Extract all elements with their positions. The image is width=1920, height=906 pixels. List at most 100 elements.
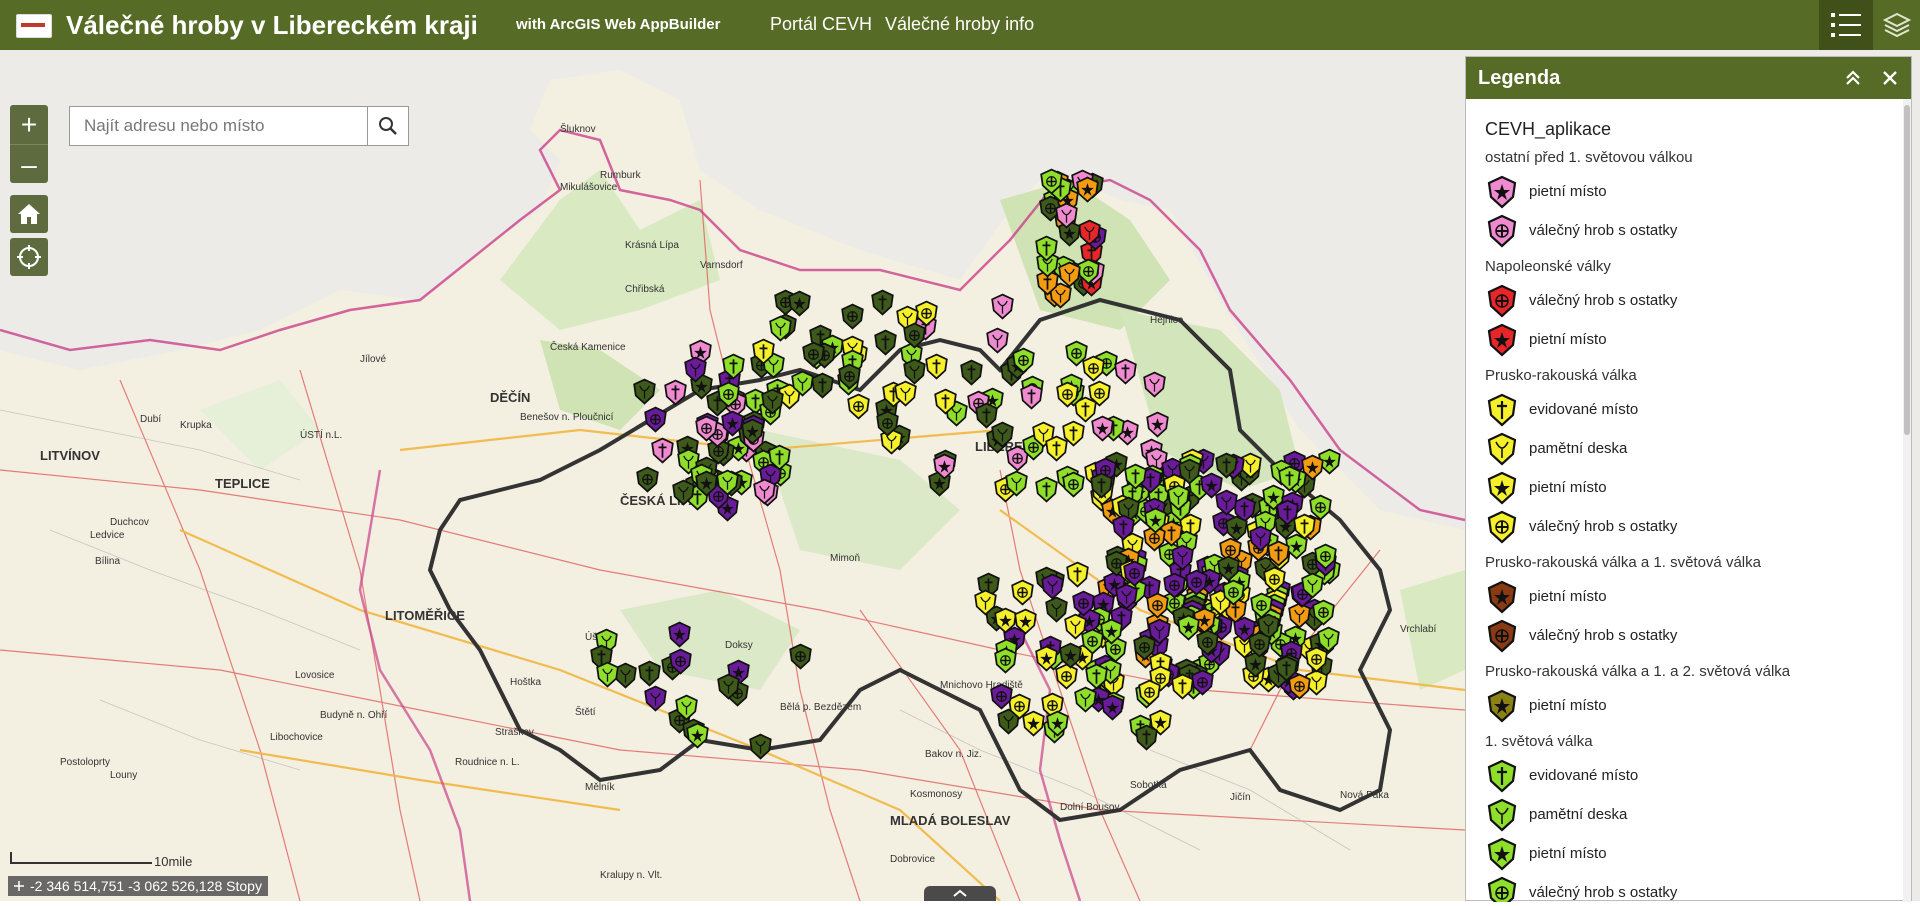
grave-marker[interactable]	[901, 322, 928, 354]
grave-marker[interactable]	[1039, 573, 1066, 605]
grave-marker[interactable]	[1274, 499, 1301, 531]
grave-marker[interactable]	[1246, 631, 1273, 663]
legend-collapse-button[interactable]	[1842, 67, 1864, 89]
grave-marker[interactable]	[972, 589, 999, 621]
grave-marker[interactable]	[1144, 411, 1171, 443]
grave-marker[interactable]	[759, 388, 786, 420]
grave-marker[interactable]	[1273, 655, 1300, 687]
grave-marker[interactable]	[1265, 540, 1292, 572]
legend-close-button[interactable]	[1879, 67, 1901, 89]
grave-marker[interactable]	[1136, 679, 1163, 711]
grave-marker[interactable]	[992, 647, 1019, 679]
legend-scrollbar[interactable]	[1903, 99, 1911, 902]
grave-marker[interactable]	[1054, 381, 1081, 413]
link-portal-cevh[interactable]: Portál CEVH	[770, 14, 872, 35]
grave-marker[interactable]	[715, 381, 742, 413]
grave-marker[interactable]	[958, 359, 985, 391]
grave-marker[interactable]	[1043, 435, 1070, 467]
grave-marker[interactable]	[1010, 347, 1037, 379]
grave-marker[interactable]	[845, 393, 872, 425]
grave-marker[interactable]	[1060, 471, 1087, 503]
grave-marker[interactable]	[631, 378, 658, 410]
grave-marker[interactable]	[932, 388, 959, 420]
grave-marker[interactable]	[1213, 452, 1240, 484]
legend-toggle-button[interactable]	[1819, 0, 1873, 50]
search-button[interactable]	[367, 107, 408, 145]
grave-marker[interactable]	[1112, 358, 1139, 390]
grave-marker[interactable]	[1299, 454, 1326, 486]
grave-marker[interactable]	[1307, 494, 1334, 526]
grave-marker[interactable]	[1064, 561, 1091, 593]
grave-marker[interactable]	[642, 406, 669, 438]
grave-marker[interactable]	[892, 380, 919, 412]
attribute-table-handle[interactable]	[924, 886, 996, 901]
grave-marker[interactable]	[1142, 507, 1169, 539]
grave-marker[interactable]	[836, 363, 863, 395]
home-button[interactable]	[10, 195, 48, 233]
grave-marker[interactable]	[1299, 572, 1326, 604]
grave-marker[interactable]	[649, 437, 676, 469]
grave-marker[interactable]	[931, 453, 958, 485]
place-label: Nová Paka	[1340, 790, 1389, 801]
grave-marker[interactable]	[800, 341, 827, 373]
grave-marker[interactable]	[1223, 515, 1250, 547]
grave-marker[interactable]	[1012, 608, 1039, 640]
grave-marker[interactable]	[1161, 572, 1188, 604]
grave-marker[interactable]	[1018, 383, 1045, 415]
grave-marker[interactable]	[1176, 458, 1203, 490]
grave-marker[interactable]	[682, 356, 709, 388]
grave-marker[interactable]	[1056, 261, 1083, 293]
grave-marker[interactable]	[767, 315, 794, 347]
grave-marker[interactable]	[988, 683, 1015, 715]
grave-marker[interactable]	[1089, 415, 1116, 447]
grave-marker[interactable]	[1086, 380, 1113, 412]
grave-marker[interactable]	[1146, 618, 1173, 650]
grave-marker[interactable]	[1122, 463, 1149, 495]
grave-marker[interactable]	[1072, 686, 1099, 718]
grave-marker[interactable]	[1312, 543, 1339, 575]
grave-marker[interactable]	[1133, 724, 1160, 756]
grave-marker[interactable]	[869, 289, 896, 321]
grave-marker[interactable]	[667, 648, 694, 680]
grave-marker[interactable]	[1003, 470, 1030, 502]
grave-marker[interactable]	[720, 353, 747, 385]
legend-scrollbar-thumb[interactable]	[1904, 105, 1910, 435]
grave-marker[interactable]	[973, 402, 1000, 434]
grave-marker[interactable]	[715, 673, 742, 705]
link-valecne-hroby-info[interactable]: Válečné hroby info	[885, 14, 1034, 35]
grave-marker[interactable]	[634, 466, 661, 498]
grave-marker[interactable]	[989, 293, 1016, 325]
grave-marker[interactable]	[1088, 472, 1115, 504]
grave-marker[interactable]	[1038, 168, 1065, 200]
grave-marker[interactable]	[1315, 626, 1342, 658]
grave-marker[interactable]	[1110, 514, 1137, 546]
grave-marker[interactable]	[1121, 560, 1148, 592]
grave-marker[interactable]	[642, 685, 669, 717]
locate-button[interactable]	[10, 238, 48, 276]
grave-marker[interactable]	[693, 415, 720, 447]
grave-marker[interactable]	[747, 733, 774, 765]
layers-button[interactable]	[1870, 0, 1920, 50]
grave-marker[interactable]	[1175, 614, 1202, 646]
search-input[interactable]	[70, 107, 368, 145]
grave-marker[interactable]	[874, 410, 901, 442]
grave-marker[interactable]	[693, 470, 720, 502]
zoom-in-button[interactable]: +	[10, 105, 48, 144]
grave-marker[interactable]	[1079, 628, 1106, 660]
grave-marker[interactable]	[1220, 579, 1247, 611]
grave-marker[interactable]	[594, 661, 621, 693]
grave-marker[interactable]	[684, 722, 711, 754]
grave-marker[interactable]	[1141, 371, 1168, 403]
zoom-out-button[interactable]: –	[10, 144, 48, 184]
grave-marker[interactable]	[787, 643, 814, 675]
grave-marker[interactable]	[839, 303, 866, 335]
grave-marker[interactable]	[719, 410, 746, 442]
grave-marker[interactable]	[751, 478, 778, 510]
grave-marker[interactable]	[1044, 710, 1071, 742]
grave-marker[interactable]	[1070, 590, 1097, 622]
grave-marker[interactable]	[1099, 694, 1126, 726]
legend-item-label: pietní místo	[1529, 479, 1607, 496]
grave-marker[interactable]	[766, 444, 793, 476]
grave-marker[interactable]	[1033, 645, 1060, 677]
grave-marker[interactable]	[1189, 669, 1216, 701]
